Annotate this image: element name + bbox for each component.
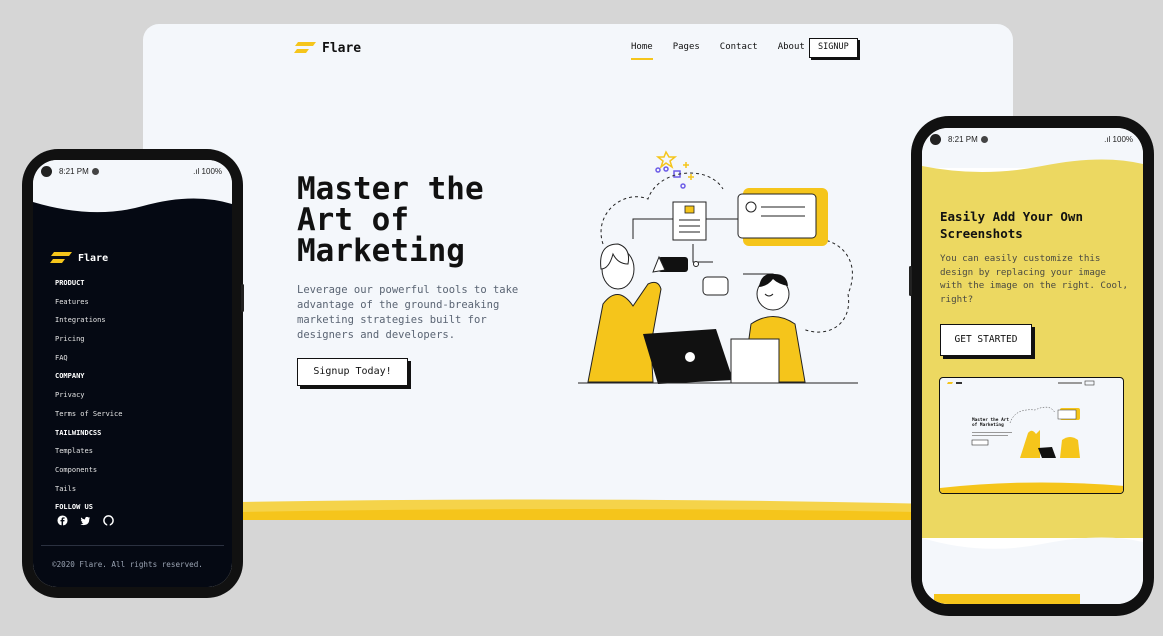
marketing-illustration	[578, 150, 858, 384]
camera-icon	[930, 134, 941, 145]
camera-icon	[41, 166, 52, 177]
phone-footer-mockup: 8:21 PM .ıl 100% Flare PRODUCT Features …	[22, 149, 244, 598]
footer-link-tails[interactable]: Tails	[55, 480, 122, 499]
top-navbar: Flare Home Pages Contact About SIGNUP	[143, 38, 1013, 60]
phone-screen: 8:21 PM .ıl 100% Flare PRODUCT Features …	[33, 160, 232, 587]
notification-icon	[91, 168, 99, 175]
nav-link-pages[interactable]: Pages	[673, 42, 700, 60]
status-battery: .ıl 100%	[1104, 135, 1133, 144]
signup-today-button[interactable]: Signup Today!	[297, 358, 408, 386]
footer-link-components[interactable]: Components	[55, 461, 122, 480]
phone-screen: 8:21 PM .ıl 100% Easily Add Your Own Scr…	[922, 128, 1143, 604]
status-time: 8:21 PM	[948, 135, 988, 144]
status-time: 8:21 PM	[59, 167, 99, 176]
footer-heading-company: COMPANY	[55, 372, 85, 381]
footer-link-features[interactable]: Features	[55, 293, 122, 312]
nav-link-contact[interactable]: Contact	[720, 42, 758, 60]
facebook-icon[interactable]	[57, 515, 68, 526]
social-links	[57, 515, 114, 526]
thumbnail-title: Master the Art of Marketing	[972, 418, 1010, 428]
brand-name: Flare	[322, 40, 362, 56]
side-button	[909, 266, 912, 296]
phone-feature-mockup: 8:21 PM .ıl 100% Easily Add Your Own Scr…	[909, 116, 1154, 616]
github-icon[interactable]	[103, 515, 114, 526]
status-battery: .ıl 100%	[193, 167, 222, 176]
side-button	[241, 284, 244, 312]
hero-title-line: Master the	[297, 171, 484, 207]
feature-title: Easily Add Your Own Screenshots	[940, 209, 1083, 241]
footer-heading-tailwindcss: TAILWINDCSS	[55, 428, 102, 437]
nav-links: Home Pages Contact About	[631, 42, 825, 60]
thumbnail-preview	[940, 380, 1123, 493]
hero-title: Master the Art of Marketing	[297, 174, 557, 267]
footer-top-wave	[33, 198, 232, 220]
sparkle-icons	[655, 150, 694, 189]
flare-logo-icon	[50, 252, 72, 263]
footer-link-integrations[interactable]: Integrations	[55, 311, 122, 330]
flare-logo-icon	[294, 42, 316, 53]
hero-title-line: Marketing	[297, 233, 465, 269]
next-section-accent	[934, 594, 1080, 604]
nav-link-about[interactable]: About	[778, 42, 805, 60]
desktop-mockup: Flare Home Pages Contact About SIGNUP Ma…	[143, 24, 1013, 520]
hero-description: Leverage our powerful tools to take adva…	[297, 284, 519, 341]
status-bar: 8:21 PM .ıl 100%	[922, 128, 1143, 152]
footer-link-privacy[interactable]: Privacy	[55, 386, 122, 405]
twitter-icon[interactable]	[80, 515, 91, 526]
hero-title-line: Art of	[297, 202, 409, 238]
footer-heading-product: PRODUCT	[55, 279, 85, 287]
notification-icon	[980, 136, 988, 143]
brand-logo[interactable]: Flare	[294, 40, 361, 56]
status-bar: 8:21 PM .ıl 100%	[33, 160, 232, 184]
signup-button[interactable]: SIGNUP	[809, 38, 858, 58]
footer-brand-name: Flare	[78, 252, 109, 264]
footer-link-terms[interactable]: Terms of Service	[55, 405, 122, 424]
footer-brand-logo[interactable]: Flare	[50, 250, 108, 266]
nav-link-home[interactable]: Home	[631, 42, 653, 60]
footer-link-pricing[interactable]: Pricing	[55, 330, 122, 349]
footer-link-faq[interactable]: FAQ	[55, 349, 122, 368]
copyright-text: ©2020 Flare. All rights reserved.	[52, 560, 203, 569]
screenshot-thumbnail: Master the Art of Marketing	[939, 377, 1124, 494]
hero-bottom-wave	[143, 499, 1013, 520]
footer-link-list: PRODUCT Features Integrations Pricing FA…	[55, 274, 122, 517]
get-started-button[interactable]: GET STARTED	[940, 324, 1032, 356]
footer-link-templates[interactable]: Templates	[55, 442, 122, 461]
footer-divider	[41, 545, 224, 546]
feature-description: You can easily customize this design by …	[940, 253, 1129, 305]
